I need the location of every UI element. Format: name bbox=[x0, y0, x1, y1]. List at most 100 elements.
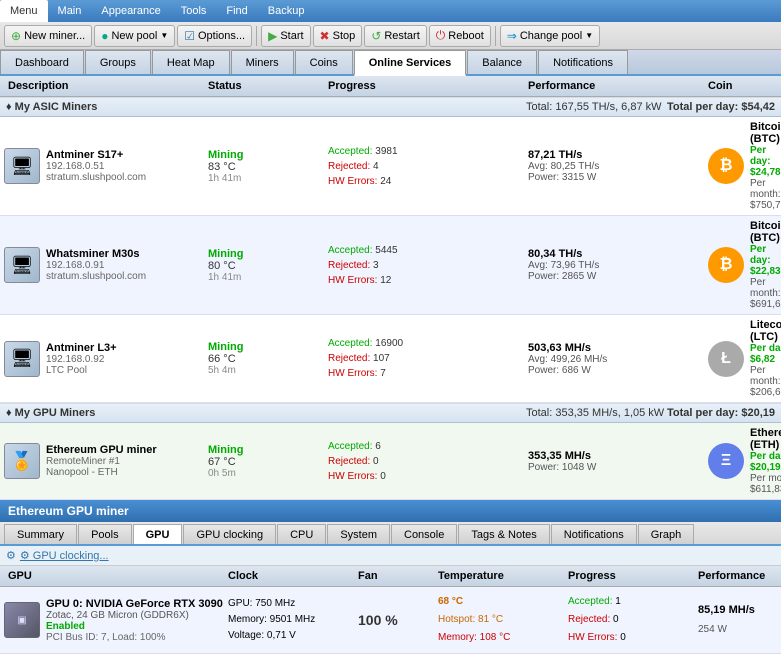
coin-name: Bitcoin (BTC) bbox=[750, 121, 781, 145]
progress-col: Accepted: 6 Rejected: 0 HW Errors: 0 bbox=[324, 437, 524, 486]
gpu-device-pci: PCI Bus ID: 7, Load: 100% bbox=[46, 632, 223, 643]
gpu-hwerror: HW Errors: 0 bbox=[568, 629, 690, 647]
tab-heatmap[interactable]: Heat Map bbox=[152, 50, 230, 74]
sub-tab-console[interactable]: Console bbox=[391, 524, 457, 544]
menu-item-find[interactable]: Find bbox=[216, 0, 257, 22]
new-miner-button[interactable]: ⊕ New miner... bbox=[4, 25, 92, 47]
miner-info-m30s: 🖥 Whatsminer M30s 192.168.0.91 stratum.s… bbox=[4, 247, 204, 283]
sub-tab-cpu[interactable]: CPU bbox=[277, 524, 326, 544]
menu-item-appearance[interactable]: Appearance bbox=[91, 0, 170, 22]
gpu-clock-gpu: GPU: 750 MHz bbox=[228, 596, 350, 612]
menu-bar: Menu Main Appearance Tools Find Backup bbox=[0, 0, 781, 22]
restart-button[interactable]: ↺ Restart bbox=[364, 25, 427, 47]
sub-tab-system[interactable]: System bbox=[327, 524, 390, 544]
tab-notifications[interactable]: Notifications bbox=[538, 50, 628, 74]
table-row: 🖥 Antminer L3+ 192.168.0.92 LTC Pool Min… bbox=[0, 315, 781, 403]
gpu-hotspot-value: Hotspot: 81 °C bbox=[438, 611, 560, 629]
gpu-device-brand: Zotac, 24 GB Micron (GDDR6X) bbox=[46, 610, 223, 621]
accepted-label: Accepted: bbox=[328, 245, 375, 256]
sub-tab-gpu-clocking[interactable]: GPU clocking bbox=[183, 524, 276, 544]
gpu-col-header-temp: Temperature bbox=[434, 568, 564, 584]
status-col: Mining 83 °C 1h 41m bbox=[204, 147, 324, 186]
coin-col: Ξ Ethereum (ETH) Per day: $20,19 Per mon… bbox=[704, 425, 781, 497]
sub-tab-gpu[interactable]: GPU bbox=[133, 524, 183, 544]
miner-icon-s17: 🖥 bbox=[4, 148, 40, 184]
tab-dashboard[interactable]: Dashboard bbox=[0, 50, 84, 74]
ltc-icon: Ł bbox=[708, 341, 744, 377]
miner-icon-m30s: 🖥 bbox=[4, 247, 40, 283]
gpu-device-status: Enabled bbox=[46, 621, 223, 632]
gpu-perf-col: 85,19 MH/s 254 W bbox=[694, 599, 777, 641]
col-header-coin: Coin bbox=[704, 78, 777, 94]
perf-power: Power: 686 W bbox=[528, 365, 700, 376]
gpu-device-text: GPU 0: NVIDIA GeForce RTX 3090 Zotac, 24… bbox=[46, 598, 223, 643]
asic-section-total: Total: 167,55 TH/s, 6,87 kW bbox=[526, 101, 667, 113]
miner-name: Ethereum GPU miner bbox=[46, 444, 157, 456]
gpu-perf-power: 254 W bbox=[698, 621, 773, 639]
coin-month: Per month: $611,83 bbox=[750, 473, 781, 495]
status-col: Mining 80 °C 1h 41m bbox=[204, 246, 324, 285]
gpu-clocking-label[interactable]: ⚙ GPU clocking... bbox=[20, 549, 109, 562]
sub-tab-pools[interactable]: Pools bbox=[78, 524, 132, 544]
menu-item-backup[interactable]: Backup bbox=[258, 0, 315, 22]
perf-col: 87,21 TH/s Avg: 80,25 TH/s Power: 3315 W bbox=[524, 147, 704, 185]
miner-text-s17: Antminer S17+ 192.168.0.51 stratum.slush… bbox=[46, 149, 146, 183]
gpu-col-header-progress: Progress bbox=[564, 568, 694, 584]
rejected-value: 0 bbox=[373, 456, 379, 467]
miner-ip: 192.168.0.92 bbox=[46, 354, 117, 365]
stop-button[interactable]: ✖ Stop bbox=[313, 25, 363, 47]
tab-balance[interactable]: Balance bbox=[467, 50, 537, 74]
hwerror-value: 7 bbox=[380, 368, 386, 379]
table-row: 🖥 Whatsminer M30s 192.168.0.91 stratum.s… bbox=[0, 216, 781, 315]
gpu-fan-value: 100 % bbox=[358, 612, 398, 628]
gpu-rejected: Rejected: 0 bbox=[568, 611, 690, 629]
change-pool-button[interactable]: ⇒ Change pool ▼ bbox=[500, 25, 600, 47]
gpu-clock-volt: Voltage: 0,71 V bbox=[228, 628, 350, 644]
gpu-temp-value: 68 °C bbox=[438, 593, 560, 611]
start-button[interactable]: ▶ Start bbox=[261, 25, 310, 47]
miner-icon-eth: 🏅 bbox=[4, 443, 40, 479]
status-mining: Mining bbox=[208, 444, 320, 456]
accepted-label: Accepted: bbox=[328, 146, 375, 157]
gpu-clocking-bar: ⚙ ⚙ GPU clocking... bbox=[0, 546, 781, 566]
rejected-label: Rejected: bbox=[328, 161, 373, 172]
coin-name: Litecoin (LTC) bbox=[750, 319, 781, 343]
gpu-col-header-clock: Clock bbox=[224, 568, 354, 584]
reboot-button[interactable]: ⏻ Reboot bbox=[429, 25, 491, 47]
coin-text: Ethereum (ETH) Per day: $20,19 Per month… bbox=[750, 427, 781, 495]
gpu-section-perday: Total per day: $20,19 bbox=[667, 407, 775, 419]
tab-online-services[interactable]: Online Services bbox=[354, 50, 467, 76]
tab-coins[interactable]: Coins bbox=[295, 50, 353, 74]
sub-tab-notifications[interactable]: Notifications bbox=[551, 524, 637, 544]
accepted-label: Accepted: bbox=[328, 338, 375, 349]
tab-groups[interactable]: Groups bbox=[85, 50, 151, 74]
miners-table-header: Description Status Progress Performance … bbox=[0, 76, 781, 97]
menu-item-tools[interactable]: Tools bbox=[171, 0, 217, 22]
btc-icon: ₿ bbox=[708, 247, 744, 283]
status-temp: 66 °C bbox=[208, 353, 320, 365]
sub-tab-graph[interactable]: Graph bbox=[638, 524, 695, 544]
gpu-device-info: ▣ GPU 0: NVIDIA GeForce RTX 3090 Zotac, … bbox=[4, 598, 224, 643]
eth-icon: Ξ bbox=[708, 443, 744, 479]
coin-day: Per day: $20,19 bbox=[750, 451, 781, 473]
tab-miners[interactable]: Miners bbox=[231, 50, 294, 74]
accepted-value: 6 bbox=[375, 441, 381, 452]
rejected-value: 4 bbox=[373, 161, 379, 172]
status-time: 5h 4m bbox=[208, 365, 320, 376]
gpu-clock-mem: Memory: 9501 MHz bbox=[228, 612, 350, 628]
menu-item-main[interactable]: Main bbox=[48, 0, 92, 22]
sub-tab-tags-notes[interactable]: Tags & Notes bbox=[458, 524, 549, 544]
gpu-device-name: GPU 0: NVIDIA GeForce RTX 3090 bbox=[46, 598, 223, 610]
new-miner-icon: ⊕ bbox=[11, 29, 21, 43]
options-button[interactable]: ☑ Options... bbox=[177, 25, 252, 47]
miner-pool: Nanopool - ETH bbox=[46, 467, 157, 478]
menu-item-menu[interactable]: Menu bbox=[0, 0, 48, 22]
miner-name: Whatsminer M30s bbox=[46, 248, 146, 260]
sub-tab-summary[interactable]: Summary bbox=[4, 524, 77, 544]
miner-info-s17: 🖥 Antminer S17+ 192.168.0.51 stratum.slu… bbox=[4, 148, 204, 184]
new-pool-button[interactable]: ● New pool ▼ bbox=[94, 25, 175, 47]
miner-info-l3: 🖥 Antminer L3+ 192.168.0.92 LTC Pool bbox=[4, 341, 204, 377]
toolbar: ⊕ New miner... ● New pool ▼ ☑ Options...… bbox=[0, 22, 781, 50]
pool-icon: ● bbox=[101, 29, 108, 43]
gpu-fan-col: 100 % bbox=[354, 610, 434, 630]
